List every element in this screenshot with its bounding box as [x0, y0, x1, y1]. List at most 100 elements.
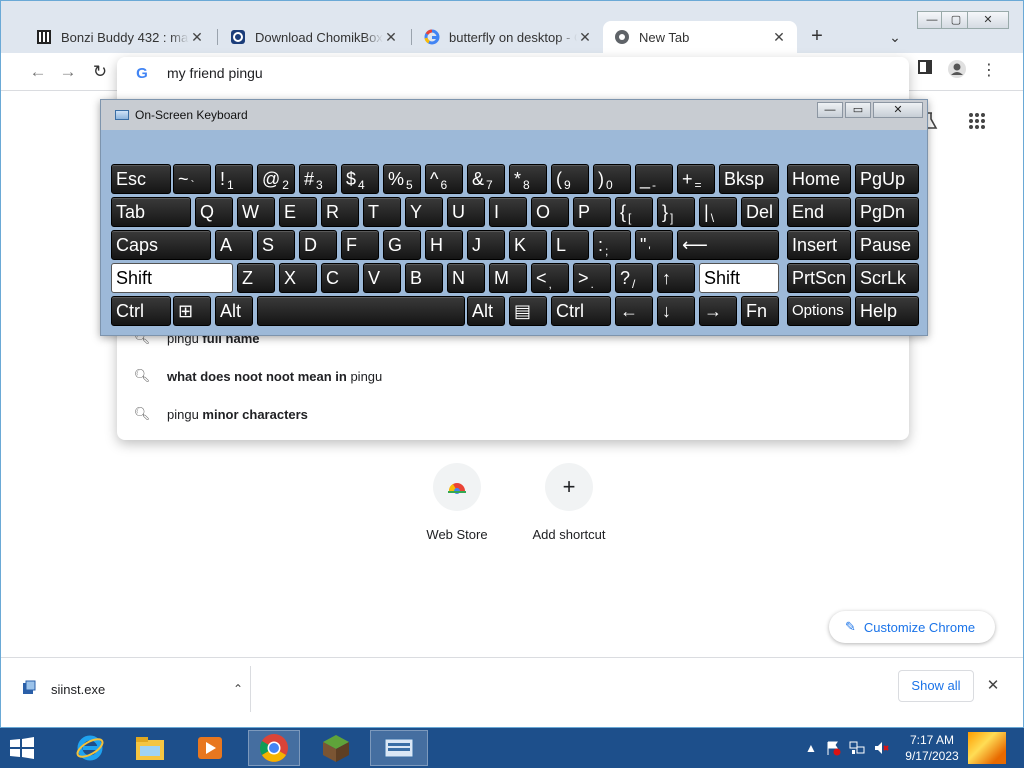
back-button[interactable]: ←	[27, 61, 49, 83]
osk-key-tab[interactable]: Tab	[111, 197, 191, 227]
tab-search-button[interactable]: ⌄	[883, 25, 907, 49]
osk-key-e[interactable]: E	[279, 197, 317, 227]
menu-kebab-icon[interactable]: ⋮	[977, 59, 1001, 83]
add-shortcut-button[interactable]: + Add shortcut	[528, 463, 610, 542]
osk-key-c[interactable]: C	[321, 263, 359, 293]
osk-key-i[interactable]: I	[489, 197, 527, 227]
osk-key-v[interactable]: V	[363, 263, 401, 293]
osk-key-t[interactable]: T	[363, 197, 401, 227]
osk-icon[interactable]	[370, 730, 428, 766]
osk-key-help[interactable]: Help	[855, 296, 919, 326]
shortcut-web-store[interactable]: Web Store	[417, 463, 497, 542]
show-hidden-icons-button[interactable]: ▲	[802, 740, 820, 756]
osk-key-u[interactable]: U	[447, 197, 485, 227]
reload-button[interactable]: ↻	[89, 61, 111, 83]
side-panel-icon[interactable]	[913, 59, 937, 83]
osk-key-symbol[interactable]: ↓	[657, 296, 695, 326]
osk-key-k[interactable]: K	[509, 230, 547, 260]
tab-butterfly-search[interactable]: butterfly on desktop - G ✕	[413, 21, 603, 53]
volume-muted-icon[interactable]	[872, 740, 890, 756]
osk-key-shift[interactable]: Shift	[699, 263, 779, 293]
customize-chrome-button[interactable]: ✎ Customize Chrome	[829, 611, 995, 643]
osk-key-symbol[interactable]: (9	[551, 164, 589, 194]
osk-key-symbol[interactable]: ~ `	[173, 164, 211, 194]
internet-explorer-icon[interactable]	[64, 730, 116, 766]
osk-key-symbol[interactable]: * 8	[509, 164, 547, 194]
osk-key-symbol[interactable]: →	[699, 296, 737, 326]
osk-key-pgdn[interactable]: PgDn	[855, 197, 919, 227]
osk-key-symbol[interactable]: >.	[573, 263, 611, 293]
osk-key-q[interactable]: Q	[195, 197, 233, 227]
osk-key-insert[interactable]: Insert	[787, 230, 851, 260]
osk-key-space[interactable]	[257, 296, 465, 326]
osk-key-ctrl[interactable]: Ctrl	[551, 296, 611, 326]
osk-key-pause[interactable]: Pause	[855, 230, 919, 260]
osk-title-bar[interactable]: On-Screen Keyboard — ▭ ✕	[101, 100, 927, 130]
osk-key-prtscn[interactable]: PrtScn	[787, 263, 851, 293]
osk-key-pgup[interactable]: PgUp	[855, 164, 919, 194]
close-window-button[interactable]: ✕	[967, 11, 1009, 29]
osk-key-x[interactable]: X	[279, 263, 317, 293]
suggestion-item[interactable]: 🔍︎ what does noot noot mean in pingu	[117, 357, 909, 395]
osk-key-symbol[interactable]: #3	[299, 164, 337, 194]
osk-key-f[interactable]: F	[341, 230, 379, 260]
osk-key-end[interactable]: End	[787, 197, 851, 227]
tab-bonzi-buddy[interactable]: Bonzi Buddy 432 : mario ✕	[25, 21, 215, 53]
osk-key-symbol[interactable]: ⟵	[677, 230, 779, 260]
osk-key-d[interactable]: D	[299, 230, 337, 260]
profile-avatar[interactable]	[945, 59, 969, 83]
osk-key-shift[interactable]: Shift	[111, 263, 233, 293]
chrome-icon[interactable]	[248, 730, 300, 766]
osk-key-scrlk[interactable]: ScrLk	[855, 263, 919, 293]
osk-key-b[interactable]: B	[405, 263, 443, 293]
osk-key-symbol[interactable]: }]	[657, 197, 695, 227]
osk-key-r[interactable]: R	[321, 197, 359, 227]
osk-key-home[interactable]: Home	[787, 164, 851, 194]
file-explorer-icon[interactable]	[124, 730, 176, 766]
close-download-shelf-button[interactable]: ✕	[984, 672, 1002, 700]
tab-close-icon[interactable]: ✕	[189, 29, 205, 46]
osk-key-symbol[interactable]: <,	[531, 263, 569, 293]
osk-key-h[interactable]: H	[425, 230, 463, 260]
show-all-button[interactable]: Show all	[898, 670, 974, 702]
tab-close-icon[interactable]: ✕	[383, 29, 399, 46]
osk-key-symbol[interactable]: % 5	[383, 164, 421, 194]
osk-key-symbol[interactable]: | \	[699, 197, 737, 227]
osk-close-button[interactable]: ✕	[873, 102, 923, 118]
tab-close-icon[interactable]: ✕	[771, 29, 787, 46]
forward-button[interactable]: →	[57, 61, 79, 83]
osk-key-symbol[interactable]: {[	[615, 197, 653, 227]
osk-key-symbol[interactable]: & 7	[467, 164, 505, 194]
osk-key-symbol[interactable]: ) 0	[593, 164, 631, 194]
omnibox-input-text[interactable]: my friend pingu	[167, 65, 263, 81]
apps-grid-icon[interactable]	[965, 111, 989, 135]
network-icon[interactable]	[848, 740, 866, 756]
download-item[interactable]: siinst.exe ⌃	[21, 674, 249, 704]
osk-key-symbol[interactable]: ↑	[657, 263, 695, 293]
osk-key-m[interactable]: M	[489, 263, 527, 293]
action-center-flag-icon[interactable]	[824, 740, 842, 756]
omnibox[interactable]: G my friend pingu	[117, 57, 909, 89]
osk-key-w[interactable]: W	[237, 197, 275, 227]
osk-key-symbol[interactable]: ▤	[509, 296, 547, 326]
osk-key-z[interactable]: Z	[237, 263, 275, 293]
osk-key-symbol[interactable]: ? /	[615, 263, 653, 293]
new-tab-button[interactable]: +	[805, 25, 829, 49]
show-desktop-button[interactable]	[968, 732, 1006, 764]
osk-key-fn[interactable]: Fn	[741, 296, 779, 326]
osk-key-s[interactable]: S	[257, 230, 295, 260]
osk-key-caps[interactable]: Caps	[111, 230, 211, 260]
tab-chomikbox[interactable]: Download ChomikBox b ✕	[219, 21, 409, 53]
osk-key-y[interactable]: Y	[405, 197, 443, 227]
media-player-icon[interactable]	[184, 730, 236, 766]
osk-key-j[interactable]: J	[467, 230, 505, 260]
osk-key-esc[interactable]: Esc	[111, 164, 171, 194]
osk-key-symbol[interactable]: " '	[635, 230, 673, 260]
osk-key-bksp[interactable]: Bksp	[719, 164, 779, 194]
tab-close-icon[interactable]: ✕	[577, 29, 593, 46]
start-button[interactable]	[8, 736, 36, 760]
osk-key-symbol[interactable]: _ -	[635, 164, 673, 194]
osk-key-options[interactable]: Options	[787, 296, 851, 326]
suggestion-item[interactable]: 🔍︎ pingu minor characters	[117, 395, 909, 433]
osk-key-symbol[interactable]: ! 1	[215, 164, 253, 194]
